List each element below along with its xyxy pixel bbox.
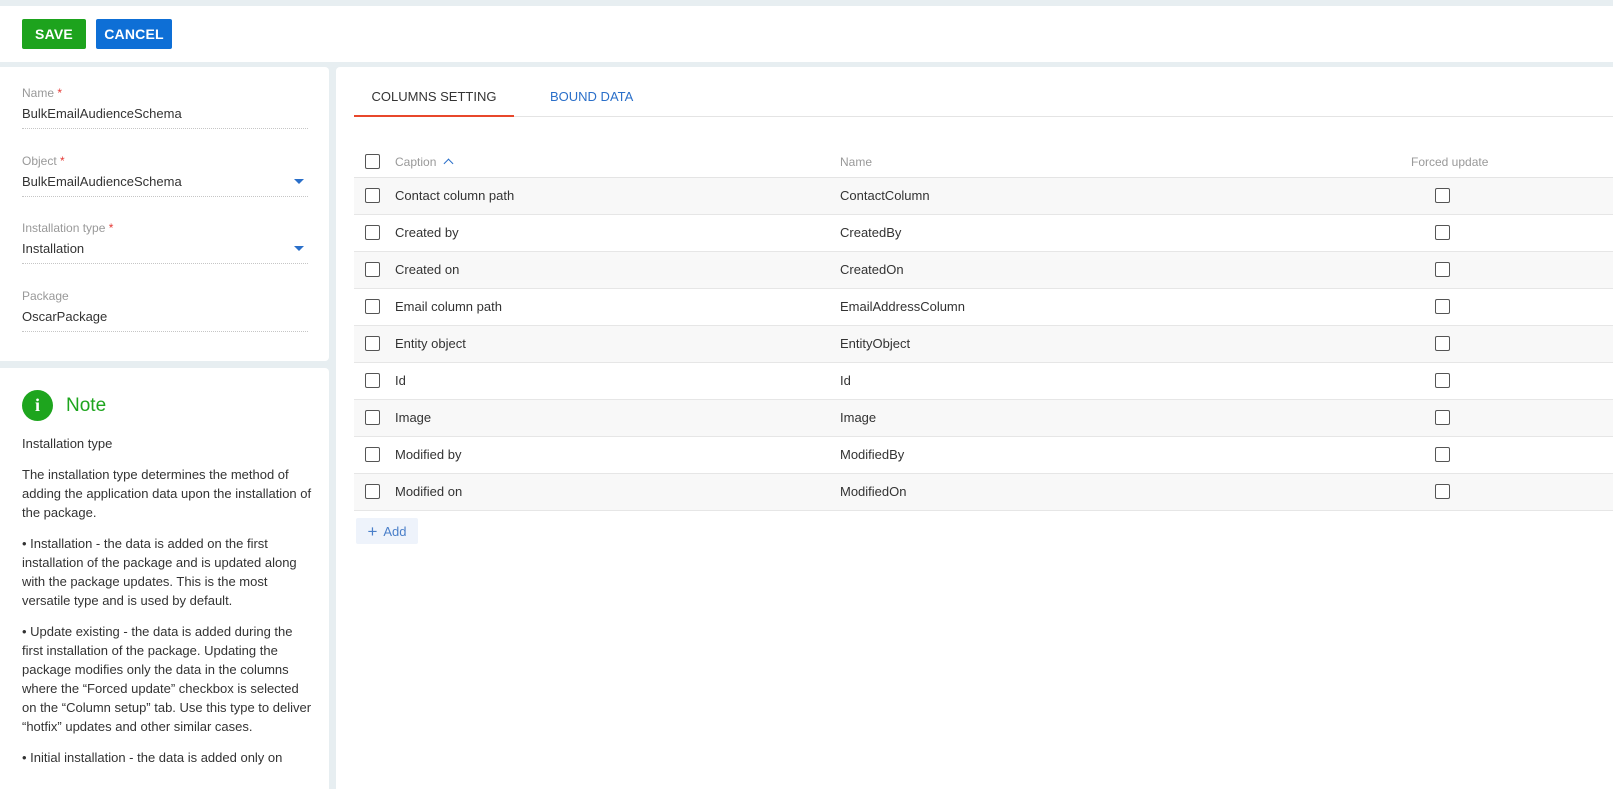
name-cell: ModifiedBy <box>840 447 905 462</box>
required-mark: * <box>60 154 65 168</box>
row-select-checkbox[interactable] <box>365 299 380 314</box>
name-cell: CreatedOn <box>840 262 904 277</box>
info-icon: i <box>22 390 53 421</box>
cancel-button[interactable]: CANCEL <box>96 19 172 49</box>
properties-panel: Name * BulkEmailAudienceSchema Object * … <box>0 67 329 361</box>
chevron-down-icon[interactable] <box>294 246 304 251</box>
row-select-checkbox[interactable] <box>365 373 380 388</box>
forced-update-checkbox[interactable] <box>1435 262 1450 277</box>
forced-update-checkbox[interactable] <box>1435 336 1450 351</box>
required-mark: * <box>108 221 114 235</box>
name-cell: EntityObject <box>840 336 911 351</box>
table-row[interactable]: Contact column path ContactColumn <box>354 178 1613 215</box>
name-cell: ModifiedOn <box>840 484 907 499</box>
note-title: Note <box>66 394 107 416</box>
package-label: Package <box>22 289 69 303</box>
add-label: Add <box>383 523 407 539</box>
table-row[interactable]: Email column path EmailAddressColumn <box>354 289 1613 326</box>
object-select[interactable]: BulkEmailAudienceSchema <box>22 172 308 192</box>
table-row[interactable]: Modified on ModifiedOn <box>354 474 1613 511</box>
caption-cell: Modified on <box>395 484 463 499</box>
caption-cell: Contact column path <box>395 188 515 203</box>
package-value: OscarPackage <box>22 309 108 324</box>
forced-update-checkbox[interactable] <box>1435 299 1450 314</box>
row-select-checkbox[interactable] <box>365 225 380 240</box>
table-row[interactable]: Id Id <box>354 363 1613 400</box>
add-button[interactable]: + Add <box>356 518 418 544</box>
forced-update-checkbox[interactable] <box>1435 447 1450 462</box>
name-column-header[interactable]: Name <box>840 155 872 169</box>
name-field[interactable]: Name * BulkEmailAudienceSchema <box>22 85 308 129</box>
tab-columns-setting[interactable]: COLUMNS SETTING <box>354 89 514 117</box>
installation-type-select[interactable]: Installation <box>22 239 308 259</box>
required-mark: * <box>57 86 63 100</box>
caption-cell: Id <box>395 373 406 388</box>
sort-ascending-icon <box>443 158 454 169</box>
caption-cell: Modified by <box>395 447 462 462</box>
name-label: Name <box>22 86 55 100</box>
name-cell: Id <box>840 373 851 388</box>
forced-update-checkbox[interactable] <box>1435 225 1450 240</box>
caption-cell: Entity object <box>395 336 466 351</box>
row-select-checkbox[interactable] <box>365 484 380 499</box>
table-row[interactable]: Entity object EntityObject <box>354 326 1613 363</box>
note-paragraph: • Update existing - the data is added du… <box>22 624 312 734</box>
package-field: Package OscarPackage <box>22 288 308 332</box>
select-all-checkbox[interactable] <box>365 154 380 169</box>
note-body: Installation type The installation type … <box>22 434 312 779</box>
name-cell: EmailAddressColumn <box>840 299 965 314</box>
name-cell: ContactColumn <box>840 188 930 203</box>
columns-grid: Caption Name Forced update Contact colum… <box>354 147 1613 511</box>
plus-icon: + <box>367 521 378 541</box>
note-panel: i Note Installation type The installatio… <box>0 368 329 789</box>
note-paragraph: Installation type <box>22 436 113 451</box>
forced-update-checkbox[interactable] <box>1435 484 1450 499</box>
save-button[interactable]: SAVE <box>22 19 86 49</box>
row-select-checkbox[interactable] <box>365 262 380 277</box>
forced-update-checkbox[interactable] <box>1435 410 1450 425</box>
name-cell: CreatedBy <box>840 225 902 240</box>
row-select-checkbox[interactable] <box>365 410 380 425</box>
grid-rows: Contact column path ContactColumn Created … <box>354 178 1613 511</box>
table-row[interactable]: Created on CreatedOn <box>354 252 1613 289</box>
table-row[interactable]: Modified by ModifiedBy <box>354 437 1613 474</box>
caption-column-header[interactable]: Caption <box>395 155 454 169</box>
toolbar: SAVE CANCEL <box>0 6 1613 62</box>
caption-cell: Email column path <box>395 299 502 314</box>
note-header: i Note <box>22 390 106 421</box>
object-label: Object <box>22 154 57 168</box>
table-row[interactable]: Created by CreatedBy <box>354 215 1613 252</box>
forced-update-column-header: Forced update <box>1411 155 1489 169</box>
installation-type-label: Installation type <box>22 221 106 235</box>
object-field[interactable]: Object * BulkEmailAudienceSchema <box>22 153 308 197</box>
note-paragraph: • Initial installation - the data is add… <box>22 750 283 765</box>
forced-update-checkbox[interactable] <box>1435 188 1450 203</box>
row-select-checkbox[interactable] <box>365 188 380 203</box>
name-input[interactable]: BulkEmailAudienceSchema <box>22 104 308 124</box>
chevron-down-icon[interactable] <box>294 179 304 184</box>
table-row[interactable]: Image Image <box>354 400 1613 437</box>
tab-bar: COLUMNS SETTING BOUND DATA <box>354 67 1613 117</box>
name-cell: Image <box>840 410 877 425</box>
caption-cell: Image <box>395 410 432 425</box>
forced-update-checkbox[interactable] <box>1435 373 1450 388</box>
installation-type-field[interactable]: Installation type * Installation <box>22 220 308 264</box>
main-panel: COLUMNS SETTING BOUND DATA Caption Name … <box>336 67 1613 789</box>
note-paragraph: • Installation - the data is added on th… <box>22 536 297 608</box>
caption-cell: Created by <box>395 225 459 240</box>
note-paragraph: The installation type determines the met… <box>22 467 312 520</box>
row-select-checkbox[interactable] <box>365 447 380 462</box>
caption-cell: Created on <box>395 262 460 277</box>
grid-header: Caption Name Forced update <box>354 147 1613 178</box>
row-select-checkbox[interactable] <box>365 336 380 351</box>
tab-bound-data[interactable]: BOUND DATA <box>550 89 633 117</box>
